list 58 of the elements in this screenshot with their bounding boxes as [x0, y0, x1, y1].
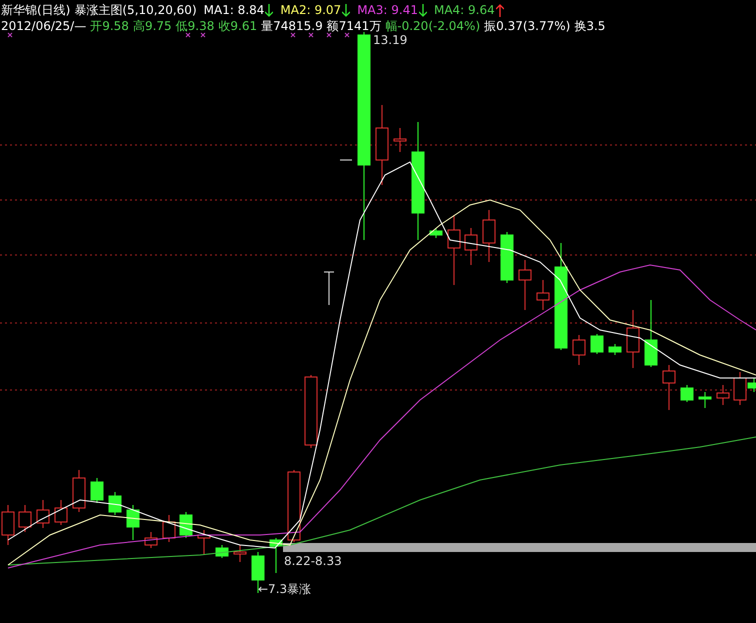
- candlestick: [536, 280, 550, 310]
- moving-average-value: MA4: 9.64: [434, 2, 495, 18]
- candlestick: [430, 228, 442, 238]
- candlestick: [54, 500, 68, 526]
- candlestick: [680, 384, 694, 402]
- candlestick: [644, 300, 658, 368]
- candlestick: [234, 544, 246, 562]
- candlestick: [270, 538, 282, 574]
- candlestick: [464, 228, 478, 266]
- moving-average-value: MA1: 8.84: [204, 2, 264, 18]
- moving-average-value: MA3: 9.41: [357, 2, 418, 18]
- quote-field: 低9.38: [176, 18, 214, 34]
- quote-field: 高9.75: [132, 18, 172, 34]
- quote-field: 量74815.9: [261, 18, 323, 34]
- candlestick: [662, 364, 676, 410]
- cross-mark-icon: [8, 32, 12, 38]
- candlestick: [448, 214, 460, 286]
- quote-field: 振0.37(3.77%): [484, 18, 570, 34]
- candlestick: [72, 470, 86, 512]
- candlestick: [590, 334, 604, 354]
- candlestick: [716, 384, 730, 406]
- stock-title: 新华锦(日线): [1, 2, 70, 18]
- candlestick: [698, 392, 712, 408]
- cross-mark-icon: [186, 32, 190, 38]
- candlestick: [36, 500, 50, 528]
- quote-date: 2012/06/25/—: [1, 18, 86, 34]
- cross-mark-icon: [308, 32, 314, 38]
- candlestick: [180, 512, 192, 538]
- moving-average-value: MA2: 9.07: [280, 2, 342, 18]
- candlestick: [18, 504, 32, 532]
- price-annotation: 8.22-8.33: [284, 554, 342, 568]
- candlestick: [198, 530, 210, 556]
- candlestick: [144, 532, 158, 548]
- candlestick: [626, 310, 640, 368]
- candlestick: [518, 260, 532, 310]
- price-annotation: ←7.3暴涨: [258, 582, 312, 596]
- candlestick: [394, 128, 406, 152]
- quote-field: 开9.58: [90, 18, 129, 34]
- candlestick: [126, 504, 140, 540]
- candlestick: [482, 210, 496, 262]
- cross-mark-icon: [290, 32, 296, 38]
- cross-mark-icon: [200, 32, 206, 38]
- quote-field: 额7141万: [326, 18, 382, 34]
- candlestick: [162, 514, 176, 542]
- candlestick: [608, 344, 622, 356]
- indicator-name: 暴涨主图(5,10,20,60): [74, 2, 197, 18]
- t-marker-icon: [324, 272, 334, 306]
- candlestick: [216, 544, 228, 558]
- candlestick: [500, 232, 514, 284]
- quote-field: 换3.5: [574, 18, 606, 34]
- price-annotation: 13.19: [373, 33, 408, 47]
- cross-mark-icon: [326, 32, 332, 38]
- quote-field: 收9.61: [218, 18, 258, 34]
- candlestick: [572, 334, 586, 366]
- cross-mark-icon: [344, 32, 350, 38]
- quote-field: 幅-0.20(-2.04%): [385, 18, 480, 34]
- candlestick: [108, 492, 122, 516]
- candlestick: [90, 478, 104, 504]
